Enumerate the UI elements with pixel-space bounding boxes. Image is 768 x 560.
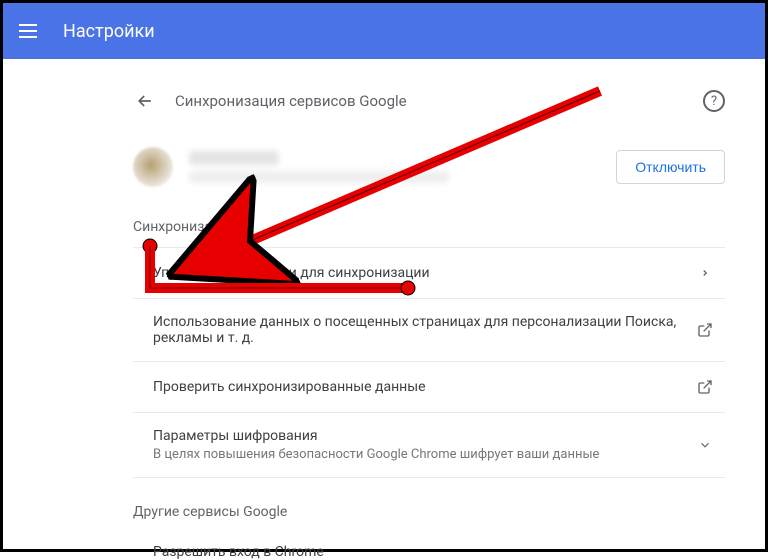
row-title: Использование данных о посещенных страни… [153, 314, 683, 346]
section-label-other: Другие сервисы Google [133, 504, 725, 520]
chevron-right-icon [695, 263, 715, 283]
page-header: Синхронизация сервисов Google ? [133, 79, 725, 131]
row-title: Проверить синхронизированные данные [153, 379, 683, 395]
menu-icon[interactable] [19, 19, 43, 43]
section-label-sync: Синхронизация [133, 219, 725, 235]
row-allow-chrome-signin[interactable]: Разрешить вход в Chrome [133, 532, 725, 560]
row-subtitle: В целях повышения безопасности Google Ch… [153, 447, 683, 462]
app-header: Настройки [3, 3, 765, 59]
account-info-blurred [189, 151, 616, 183]
row-title: Управление данными для синхронизации [153, 265, 683, 281]
chevron-down-icon [695, 435, 715, 455]
disconnect-button[interactable]: Отключить [616, 150, 725, 184]
row-manage-sync-data[interactable]: Управление данными для синхронизации [133, 247, 725, 298]
row-title: Параметры шифрования [153, 428, 683, 444]
back-arrow-icon[interactable] [133, 89, 157, 113]
external-link-icon [695, 320, 715, 340]
row-check-synced-data[interactable]: Проверить синхронизированные данные [133, 361, 725, 412]
content-area: Синхронизация сервисов Google ? Отключит… [3, 59, 765, 560]
external-link-icon [695, 377, 715, 397]
header-title: Настройки [63, 21, 155, 42]
account-row: Отключить [133, 131, 725, 211]
help-icon[interactable]: ? [703, 90, 725, 112]
avatar [133, 147, 173, 187]
sync-settings-list: Управление данными для синхронизации Исп… [133, 247, 725, 478]
row-usage-data[interactable]: Использование данных о посещенных страни… [133, 298, 725, 361]
page-title: Синхронизация сервисов Google [175, 92, 703, 110]
row-encryption[interactable]: Параметры шифрования В целях повышения б… [133, 412, 725, 478]
